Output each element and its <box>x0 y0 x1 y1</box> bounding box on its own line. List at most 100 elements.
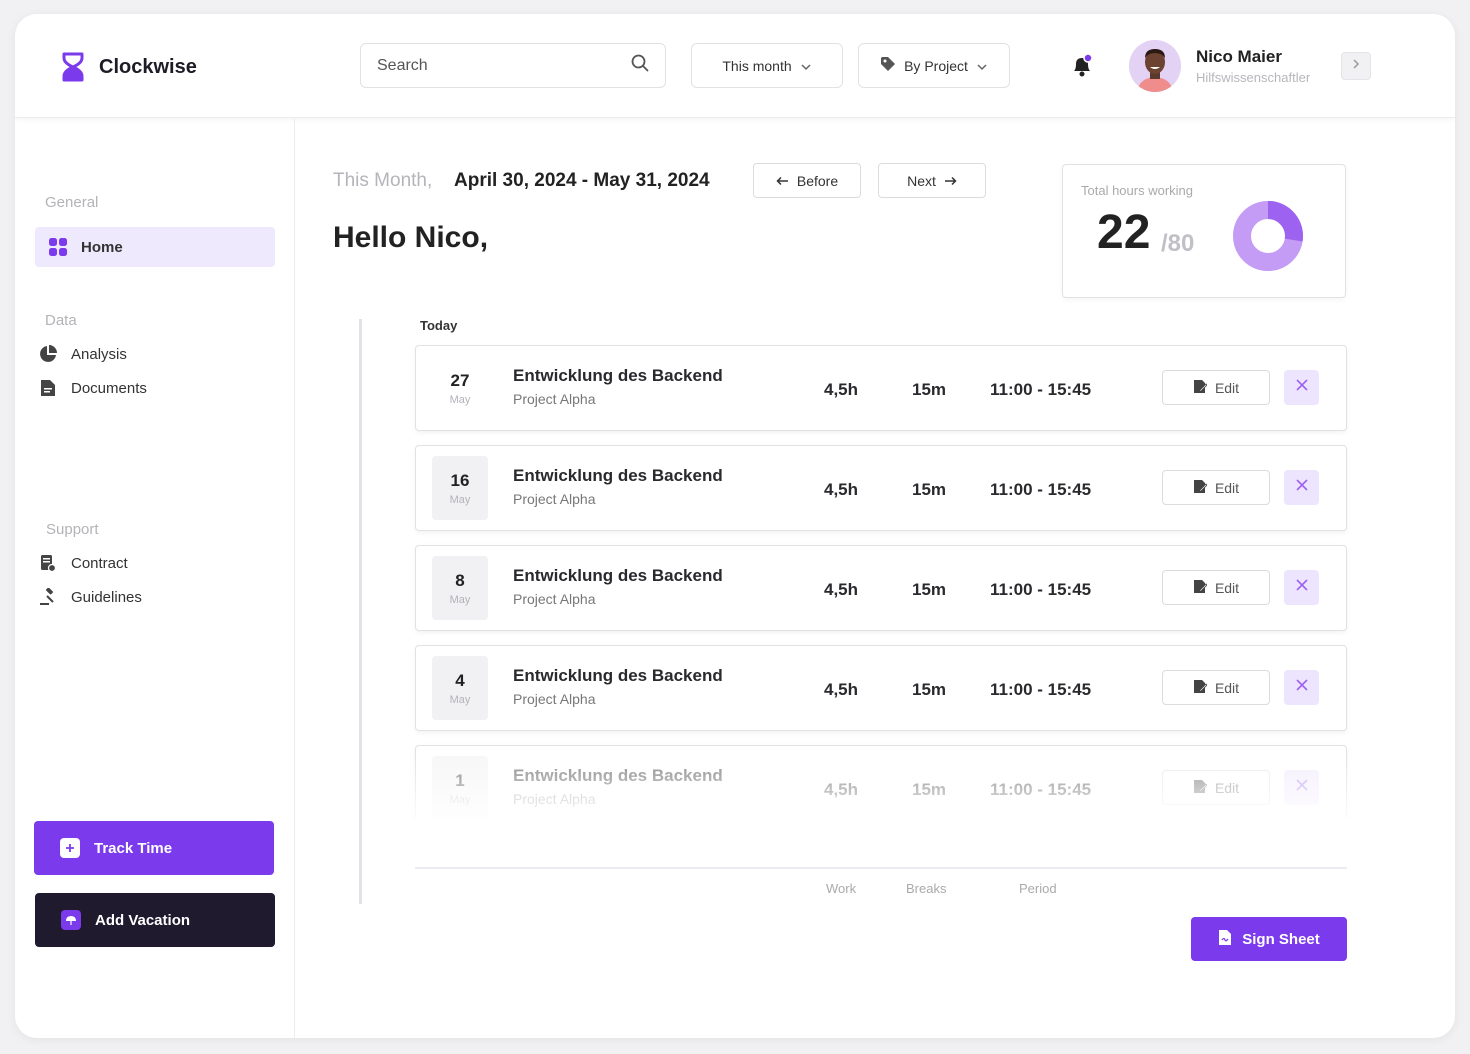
entry-work: 4,5h <box>824 580 859 599</box>
close-icon <box>1295 578 1309 597</box>
hours-total: /80 <box>1161 230 1195 257</box>
entry-day: 27 <box>450 370 470 390</box>
entry-work: 4,5h <box>824 680 859 699</box>
entry-period: 11:00 - 15:45 <box>990 380 1092 399</box>
edit-button[interactable]: Edit <box>1162 570 1270 605</box>
entry-project: Project Alpha <box>513 391 596 407</box>
entry-work: 4,5h <box>824 780 859 799</box>
track-time-label: Track Time <box>94 839 173 857</box>
add-vacation-button[interactable]: Add Vacation <box>35 893 275 947</box>
entry-title: Entwicklung des Backend <box>513 666 723 685</box>
entry-month: May <box>449 493 471 506</box>
entry-row: 8 May Entwicklung des Backend Project Al… <box>415 545 1347 631</box>
user-menu-button[interactable] <box>1341 52 1371 80</box>
delete-button[interactable] <box>1284 570 1319 605</box>
signed-document-icon <box>1218 929 1232 950</box>
entry-row: 27 May Entwicklung des Backend Project A… <box>415 345 1347 431</box>
entry-month: May <box>449 793 471 806</box>
document-icon <box>39 379 57 397</box>
period-dropdown-value: This month <box>722 57 792 74</box>
sidebar: General Home Data Analysis Documents Sup… <box>15 118 295 1038</box>
top-bar: Clockwise This month By Project <box>15 14 1455 118</box>
umbrella-icon <box>61 910 81 930</box>
edit-button[interactable]: Edit <box>1162 770 1270 805</box>
entry-work: 4,5h <box>824 480 859 499</box>
logo[interactable]: Clockwise <box>61 52 197 82</box>
entry-period: 11:00 - 15:45 <box>990 480 1092 499</box>
group-dropdown-value: By Project <box>904 57 968 74</box>
entry-title: Entwicklung des Backend <box>513 566 723 585</box>
entry-title: Entwicklung des Backend <box>513 766 723 785</box>
entry-date: 1 May <box>432 756 488 818</box>
column-label-breaks: Breaks <box>906 881 947 896</box>
entry-date: 27 May <box>432 356 488 420</box>
timeline-line <box>359 319 362 904</box>
sidebar-section-general: General <box>45 194 99 211</box>
search-input[interactable] <box>377 56 631 75</box>
delete-button[interactable] <box>1284 770 1319 805</box>
search-icon[interactable] <box>631 54 649 77</box>
gavel-icon <box>39 588 57 606</box>
entry-period: 11:00 - 15:45 <box>990 780 1092 799</box>
sidebar-item-guidelines[interactable]: Guidelines <box>25 577 265 617</box>
delete-button[interactable] <box>1284 470 1319 505</box>
sidebar-item-label: Guidelines <box>71 588 142 606</box>
entry-title: Entwicklung des Backend <box>513 466 723 485</box>
edit-label: Edit <box>1214 579 1240 596</box>
sidebar-item-documents[interactable]: Documents <box>25 368 265 408</box>
entry-month: May <box>449 593 471 606</box>
search-box[interactable] <box>360 43 666 88</box>
entry-day: 16 <box>450 470 470 490</box>
arrow-right-icon <box>944 173 957 189</box>
next-label: Next <box>907 172 936 189</box>
plus-icon <box>60 838 80 858</box>
edit-label: Edit <box>1214 379 1240 396</box>
entry-period: 11:00 - 15:45 <box>990 580 1092 599</box>
before-button[interactable]: Before <box>753 163 861 198</box>
edit-icon <box>1193 779 1208 797</box>
chevron-down-icon <box>800 58 812 74</box>
edit-button[interactable]: Edit <box>1162 370 1270 405</box>
hours-card: Total hours working 22 /80 <box>1062 164 1346 298</box>
entry-breaks: 15m <box>912 780 947 799</box>
sidebar-item-label: Contract <box>71 554 128 572</box>
edit-icon <box>1193 379 1208 397</box>
hours-donut <box>1233 201 1303 271</box>
entry-breaks: 15m <box>912 480 947 499</box>
arrow-left-icon <box>776 173 789 189</box>
next-button[interactable]: Next <box>878 163 986 198</box>
avatar[interactable] <box>1129 40 1181 92</box>
sign-sheet-button[interactable]: Sign Sheet <box>1191 917 1347 961</box>
sidebar-item-label: Documents <box>71 379 147 397</box>
edit-icon <box>1193 479 1208 497</box>
edit-button[interactable]: Edit <box>1162 470 1270 505</box>
column-label-period: Period <box>1019 881 1057 896</box>
entry-date: 16 May <box>432 456 488 520</box>
delete-button[interactable] <box>1284 370 1319 405</box>
hourglass-icon <box>61 52 85 82</box>
sidebar-item-home[interactable]: Home <box>35 227 275 267</box>
bell-icon[interactable] <box>1071 53 1093 78</box>
track-time-button[interactable]: Track Time <box>34 821 274 875</box>
contract-icon <box>39 554 57 572</box>
entries-list: 27 May Entwicklung des Backend Project A… <box>410 342 1360 818</box>
entry-project: Project Alpha <box>513 691 596 707</box>
column-label-work: Work <box>826 881 857 896</box>
entry-work: 4,5h <box>824 380 859 399</box>
pie-chart-icon <box>39 345 57 363</box>
delete-button[interactable] <box>1284 670 1319 705</box>
entry-date: 4 May <box>432 656 488 720</box>
sidebar-item-label: Home <box>81 238 123 256</box>
edit-button[interactable]: Edit <box>1162 670 1270 705</box>
period-dropdown[interactable]: This month <box>691 43 843 88</box>
chevron-down-icon <box>976 58 988 74</box>
hours-label: Total hours working <box>1081 183 1193 198</box>
edit-label: Edit <box>1214 779 1240 796</box>
entry-project: Project Alpha <box>513 791 596 807</box>
grid-icon <box>49 238 67 256</box>
entry-date: 8 May <box>432 556 488 620</box>
group-dropdown[interactable]: By Project <box>858 43 1010 88</box>
entry-day: 4 <box>455 670 465 690</box>
user-name: Nico Maier <box>1196 47 1282 66</box>
sidebar-section-support: Support <box>46 521 99 538</box>
